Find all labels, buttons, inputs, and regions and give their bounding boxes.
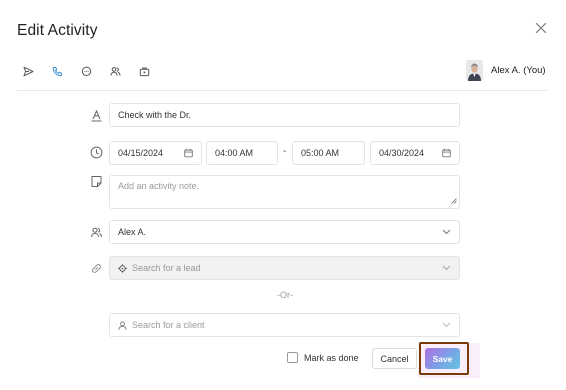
chevron-down-icon — [442, 265, 451, 271]
start-date-input[interactable]: 04/15/2024 — [109, 141, 202, 165]
note-icon — [91, 176, 102, 187]
assignee-select[interactable]: Alex A. — [109, 220, 460, 244]
chevron-down-icon — [442, 229, 451, 235]
title-field-icon — [90, 109, 103, 122]
crosshair-icon — [118, 263, 127, 273]
cancel-button[interactable]: Cancel — [372, 348, 417, 369]
briefcase-lock-icon — [139, 67, 150, 77]
lead-search-placeholder: Search for a lead — [132, 263, 201, 273]
activity-title-input[interactable]: Check with the Dr. — [109, 103, 460, 127]
calendar-icon — [442, 148, 451, 158]
start-date-value: 04/15/2024 — [118, 148, 164, 158]
start-time-value: 04:00 AM — [215, 148, 254, 158]
tab-task[interactable] — [139, 65, 150, 78]
close-icon — [535, 22, 547, 34]
text-format-icon — [91, 109, 102, 122]
tab-message[interactable] — [81, 65, 92, 78]
start-time-input[interactable]: 04:00 AM — [206, 141, 278, 165]
clock-icon — [90, 146, 103, 159]
mark-as-done-toggle[interactable]: Mark as done — [287, 352, 359, 363]
owner-name: Alex A. (You) — [491, 65, 546, 76]
avatar — [466, 60, 483, 81]
calendar-icon — [184, 148, 193, 158]
people-icon — [91, 227, 102, 238]
user-photo-icon — [466, 60, 483, 81]
activity-title-value: Check with the Dr. — [118, 110, 192, 120]
tab-meeting[interactable] — [110, 65, 121, 78]
mark-as-done-checkbox[interactable] — [287, 352, 298, 363]
link-field-icon — [90, 262, 103, 275]
client-search-select[interactable]: Search for a client — [109, 313, 460, 337]
save-button[interactable]: Save — [425, 348, 460, 369]
end-time-value: 05:00 AM — [301, 148, 340, 158]
people-icon — [110, 67, 121, 76]
mark-as-done-label: Mark as done — [304, 352, 359, 363]
chat-icon — [81, 66, 92, 76]
person-icon — [118, 320, 127, 330]
note-field-icon — [90, 175, 103, 188]
tab-send[interactable] — [23, 65, 34, 78]
end-date-input[interactable]: 04/30/2024 — [370, 141, 460, 165]
chevron-down-icon — [442, 322, 451, 328]
assignee-field-icon — [90, 226, 103, 239]
modal-title: Edit Activity — [17, 22, 98, 39]
activity-type-tabs — [23, 65, 168, 78]
send-icon — [23, 66, 34, 77]
tab-call[interactable] — [52, 65, 63, 78]
client-search-placeholder: Search for a client — [132, 320, 205, 330]
datetime-field-icon — [90, 146, 103, 159]
lead-search-select[interactable]: Search for a lead — [109, 256, 460, 280]
or-separator: -Or- — [277, 290, 293, 300]
close-button[interactable] — [533, 20, 549, 36]
end-time-input[interactable]: 05:00 AM — [292, 141, 365, 165]
phone-icon — [52, 67, 62, 77]
assignee-value: Alex A. — [118, 227, 147, 237]
link-icon — [92, 264, 101, 273]
time-range-separator: - — [283, 146, 287, 157]
note-placeholder: Add an activity note. — [118, 181, 200, 191]
end-date-value: 04/30/2024 — [379, 148, 425, 158]
activity-owner[interactable]: Alex A. (You) — [466, 60, 546, 81]
resize-grip-icon[interactable] — [451, 196, 457, 206]
activity-note-textarea[interactable]: Add an activity note. — [109, 175, 460, 209]
header-divider — [17, 90, 548, 91]
